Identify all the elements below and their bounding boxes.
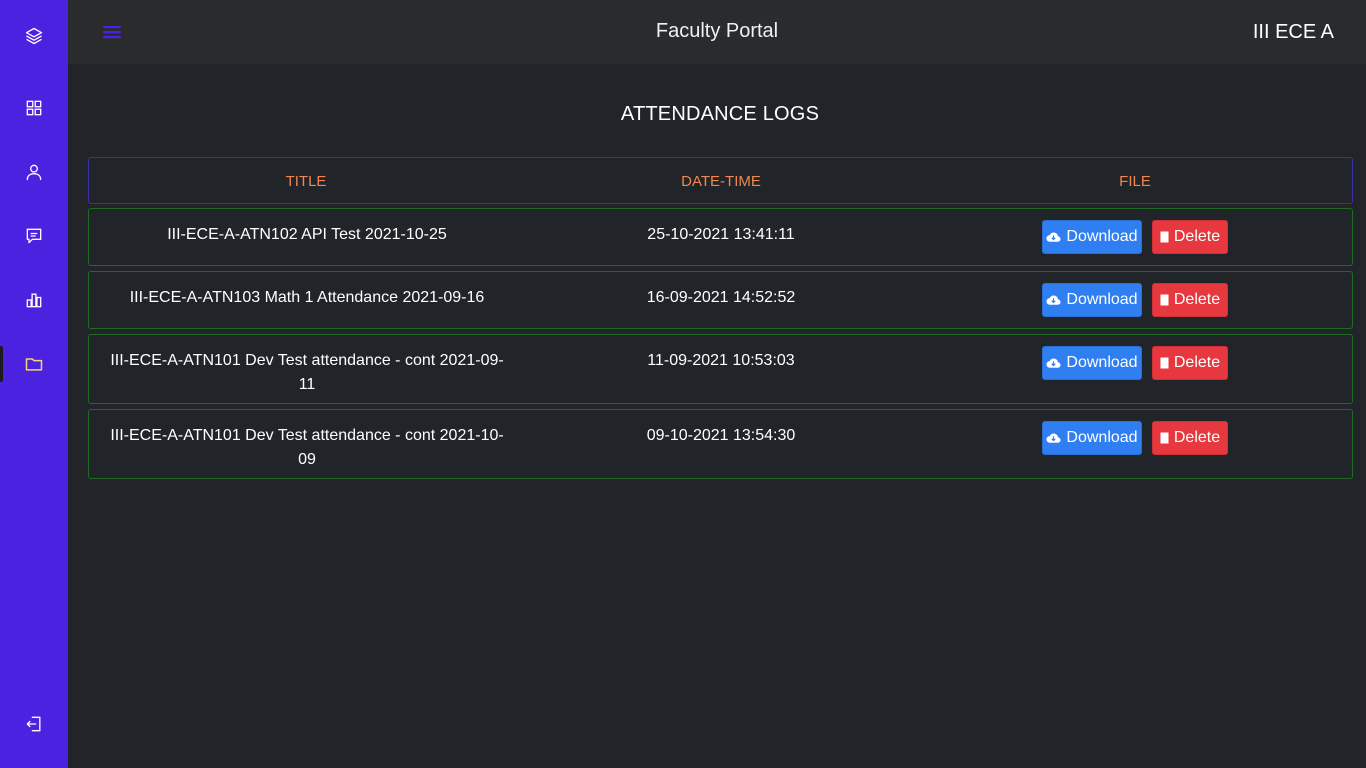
row-datetime: 11-09-2021 10:53:03 <box>647 352 795 369</box>
cloud-download-icon <box>1046 231 1061 243</box>
row-title: III-ECE-A-ATN101 Dev Test attendance - c… <box>110 352 504 393</box>
delete-label: Delete <box>1173 228 1221 245</box>
trash-icon <box>1160 294 1169 306</box>
delete-label: Delete <box>1173 291 1221 308</box>
download-button[interactable]: Download <box>1042 283 1142 317</box>
download-label: Download <box>1066 228 1138 245</box>
sidebar-item-profile[interactable] <box>0 152 68 192</box>
cloud-download-icon <box>1046 294 1061 306</box>
message-icon <box>26 228 42 244</box>
row-title: III-ECE-A-ATN103 Math 1 Attendance 2021-… <box>129 289 485 306</box>
download-button[interactable]: Download <box>1042 421 1142 455</box>
column-header-title: TITLE <box>285 173 327 190</box>
column-header-datetime: DATE-TIME <box>681 173 761 190</box>
logout-icon <box>26 716 41 732</box>
top-bar: Faculty Portal III ECE A <box>68 0 1366 64</box>
row-datetime: 16-09-2021 14:52:52 <box>646 289 796 306</box>
sidebar <box>0 0 68 768</box>
user-icon <box>26 164 42 181</box>
table-row: III-ECE-A-ATN102 API Test 2021-10-25 25-… <box>88 208 1353 266</box>
table-row: III-ECE-A-ATN101 Dev Test attendance - c… <box>88 334 1353 404</box>
table-row: III-ECE-A-ATN101 Dev Test attendance - c… <box>88 409 1353 479</box>
table-header: TITLE DATE-TIME FILE <box>88 157 1353 204</box>
sidebar-item-files[interactable] <box>0 344 68 384</box>
download-label: Download <box>1066 291 1138 308</box>
table-row: III-ECE-A-ATN103 Math 1 Attendance 2021-… <box>88 271 1353 329</box>
delete-button[interactable]: Delete <box>1152 346 1228 380</box>
class-name: III ECE A <box>1252 21 1334 43</box>
row-datetime: 09-10-2021 13:54:30 <box>646 427 796 444</box>
delete-label: Delete <box>1173 429 1221 446</box>
sidebar-item-home[interactable] <box>0 16 68 56</box>
download-label: Download <box>1066 429 1138 446</box>
cloud-download-icon <box>1046 432 1061 444</box>
delete-button[interactable]: Delete <box>1152 421 1228 455</box>
folder-icon <box>25 358 43 371</box>
trash-icon <box>1160 357 1169 369</box>
download-button[interactable]: Download <box>1042 346 1142 380</box>
delete-label: Delete <box>1173 354 1221 371</box>
row-title: III-ECE-A-ATN102 API Test 2021-10-25 <box>167 226 447 243</box>
row-title: III-ECE-A-ATN101 Dev Test attendance - c… <box>110 427 504 468</box>
layers-icon <box>25 27 43 45</box>
sidebar-item-analytics[interactable] <box>0 280 68 320</box>
download-button[interactable]: Download <box>1042 220 1142 254</box>
sidebar-item-dashboard[interactable] <box>0 88 68 128</box>
grid-icon <box>26 100 42 116</box>
delete-button[interactable]: Delete <box>1152 283 1228 317</box>
cloud-download-icon <box>1046 357 1061 369</box>
logout-button[interactable] <box>0 704 68 744</box>
page-title: ATTENDANCE LOGS <box>620 103 820 125</box>
row-datetime: 25-10-2021 13:41:11 <box>647 226 795 243</box>
download-label: Download <box>1066 354 1138 371</box>
trash-icon <box>1160 432 1169 444</box>
sidebar-item-messages[interactable] <box>0 216 68 256</box>
bar-chart-icon <box>26 293 42 308</box>
delete-button[interactable]: Delete <box>1152 220 1228 254</box>
column-header-file: FILE <box>1119 173 1151 190</box>
trash-icon <box>1160 231 1169 243</box>
app-title: Faculty Portal <box>655 20 779 42</box>
